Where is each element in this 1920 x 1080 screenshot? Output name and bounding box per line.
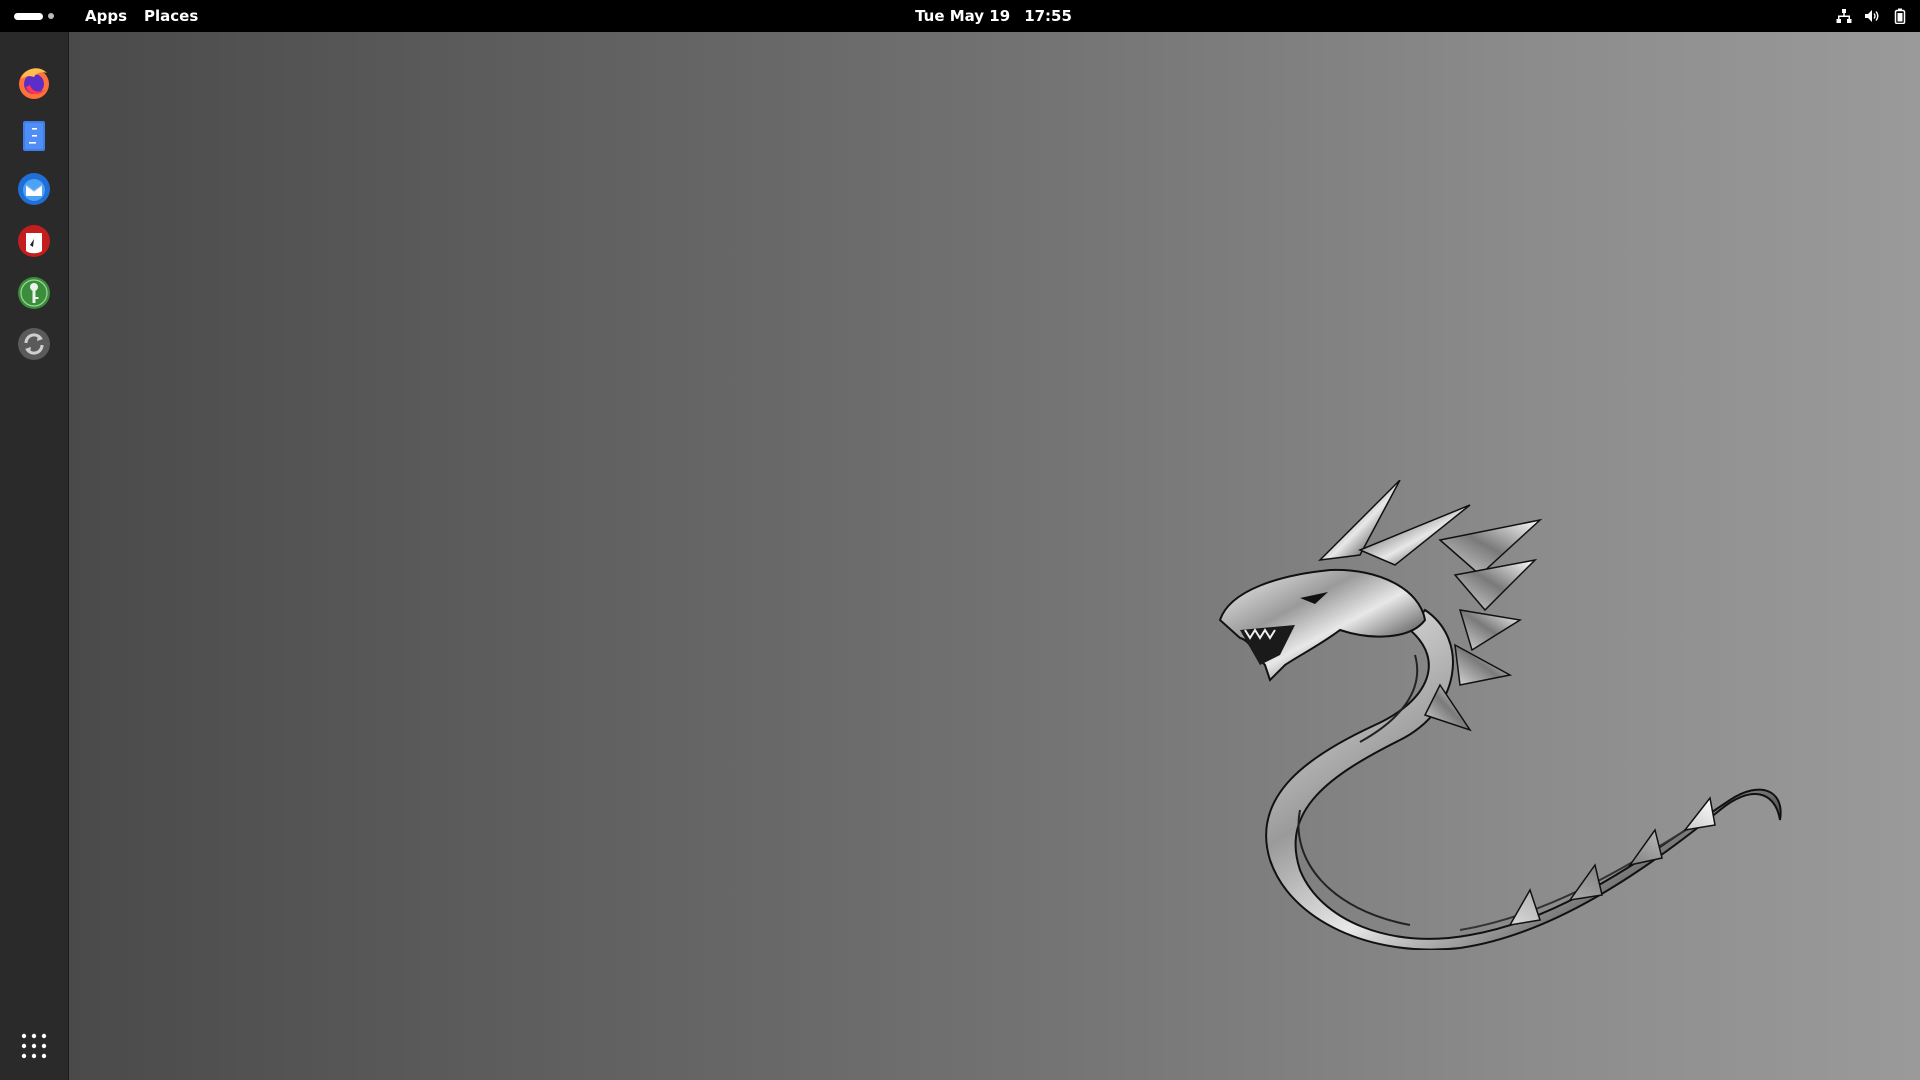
clock[interactable]: Tue May 19 17:55 xyxy=(0,0,1920,32)
dock-item-red-app[interactable] xyxy=(14,221,54,261)
dock-item-thunderbird[interactable] xyxy=(14,169,54,209)
app-grid-icon[interactable] xyxy=(20,1032,48,1060)
desktop-wallpaper: Apps Places Tue May 19 17:55 xyxy=(0,0,1920,1080)
volume-icon[interactable] xyxy=(1864,8,1880,24)
red-app-icon xyxy=(18,225,50,257)
green-key-app-icon xyxy=(18,277,50,309)
battery-icon[interactable] xyxy=(1892,8,1908,24)
clock-date: Tue May 19 xyxy=(915,7,1011,25)
dock xyxy=(0,32,69,1080)
clock-time: 17:55 xyxy=(1024,7,1072,25)
dock-item-green-key-app[interactable] xyxy=(14,273,54,313)
dock-item-firefox[interactable] xyxy=(14,63,54,103)
dock-item-software-updater[interactable] xyxy=(14,324,54,364)
top-bar: Apps Places Tue May 19 17:55 xyxy=(0,0,1920,32)
firefox-icon xyxy=(19,68,49,99)
thunderbird-icon xyxy=(18,173,50,205)
dragon-wallpaper-image xyxy=(1218,480,1782,950)
software-updater-icon xyxy=(18,328,50,360)
network-icon[interactable] xyxy=(1836,8,1852,24)
system-tray[interactable] xyxy=(1836,0,1908,32)
dock-item-text-editor[interactable] xyxy=(14,116,54,156)
text-editor-icon xyxy=(23,121,45,151)
